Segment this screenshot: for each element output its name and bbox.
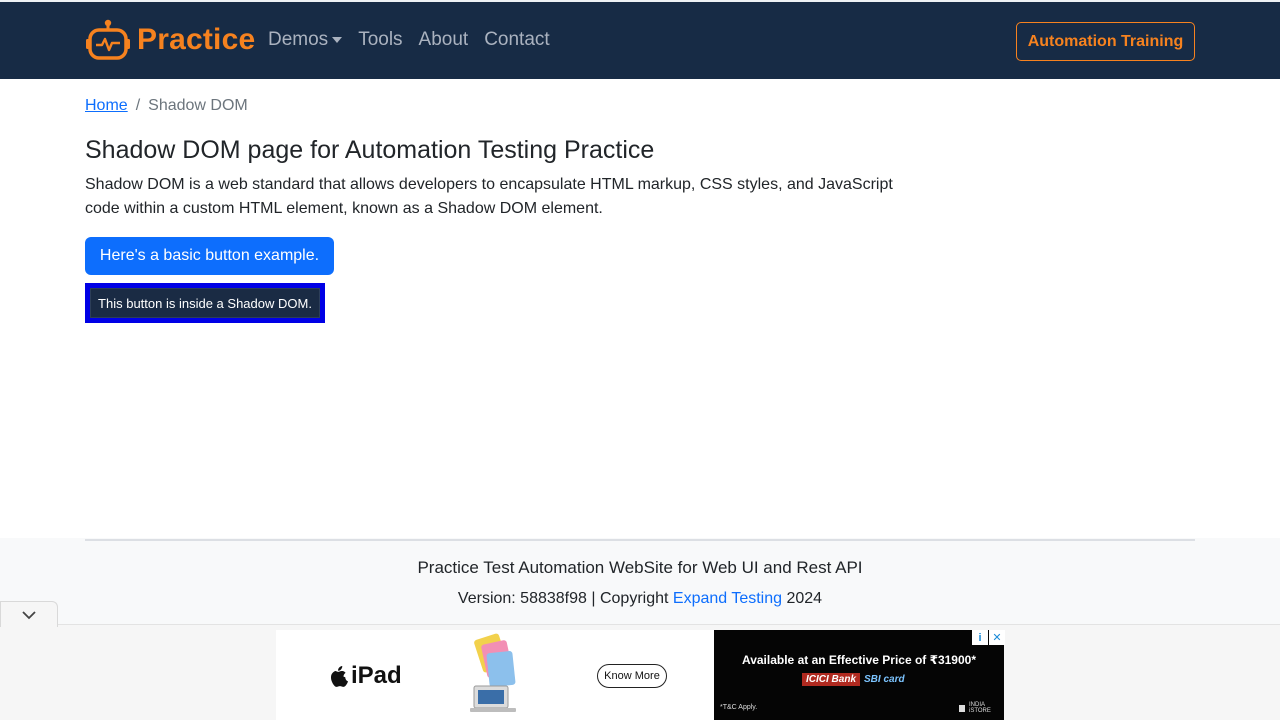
page-description: Shadow DOM is a web standard that allows… [85,176,893,217]
breadcrumb: Home / Shadow DOM [85,97,248,115]
offer-text: Available at an Effective Price of ₹3190… [741,653,977,667]
breadcrumb-current: Shadow DOM [148,97,248,114]
ipad-product-name: iPad [351,662,402,689]
page-title: Shadow DOM page for Automation Testing P… [85,136,655,164]
ad-collapse-toggle[interactable] [0,601,58,627]
bank-partners: ICICI Bank SBI card [802,673,905,686]
footer-title: Practice Test Automation WebSite for Web… [417,558,863,577]
brand-name: Practice [137,23,256,56]
expand-testing-link[interactable]: Expand Testing [673,590,782,607]
apple-logo-icon [331,666,348,687]
ad-close-icon[interactable]: ✕ [989,630,1005,645]
sbi-card-logo: SBI card [864,674,905,685]
adchoice-controls: i ✕ [972,630,1005,645]
shadow-dom-button[interactable]: This button is inside a Shadow DOM. [90,288,320,318]
caret-down-icon [332,37,343,43]
basic-example-button[interactable]: Here's a basic button example. [85,237,334,275]
shadow-dom-host: This button is inside a Shadow DOM. [85,283,325,323]
robot-logo-icon [86,19,130,60]
top-navbar: Practice Demos Tools About Contact Autom… [0,0,1280,79]
ipad-brand: iPad [330,662,402,690]
nav-contact[interactable]: Contact [484,29,549,51]
store-icon [959,705,965,712]
nav-demos-label: Demos [268,29,329,50]
ipad-product-image-icon [470,633,516,712]
main-nav: Demos Tools About Contact [268,29,566,51]
footer [0,538,1280,628]
know-more-button[interactable]: Know More [597,664,667,688]
breadcrumb-separator: / [135,97,141,114]
automation-training-button[interactable]: Automation Training [1016,22,1195,61]
nav-about[interactable]: About [419,29,469,51]
india-istore-logo: INDIA iSTORE [958,702,991,714]
icici-bank-logo: ICICI Bank [802,673,861,686]
footer-version-text: Version: 58838f98 | Copyright [457,590,673,607]
brand-logo-link[interactable]: Practice [85,16,255,64]
ipad-ad-banner[interactable]: iPad Know More [276,630,714,720]
footer-version: Version: 58838f98 | Copyright Expand Tes… [0,590,1280,608]
breadcrumb-home-link[interactable]: Home [85,97,128,115]
footer-year: 2024 [782,590,823,607]
ad-info-icon[interactable]: i [972,630,988,645]
terms-note: *T&C Apply. [720,704,758,711]
footer-divider [85,539,1195,541]
chevron-down-icon [22,610,36,619]
store-line-2: iSTORE [969,708,991,714]
nav-demos-dropdown[interactable]: Demos [268,29,343,51]
icici-offer-ad[interactable]: i ✕ Available at an Effective Price of ₹… [714,630,1005,720]
nav-tools[interactable]: Tools [358,29,402,51]
